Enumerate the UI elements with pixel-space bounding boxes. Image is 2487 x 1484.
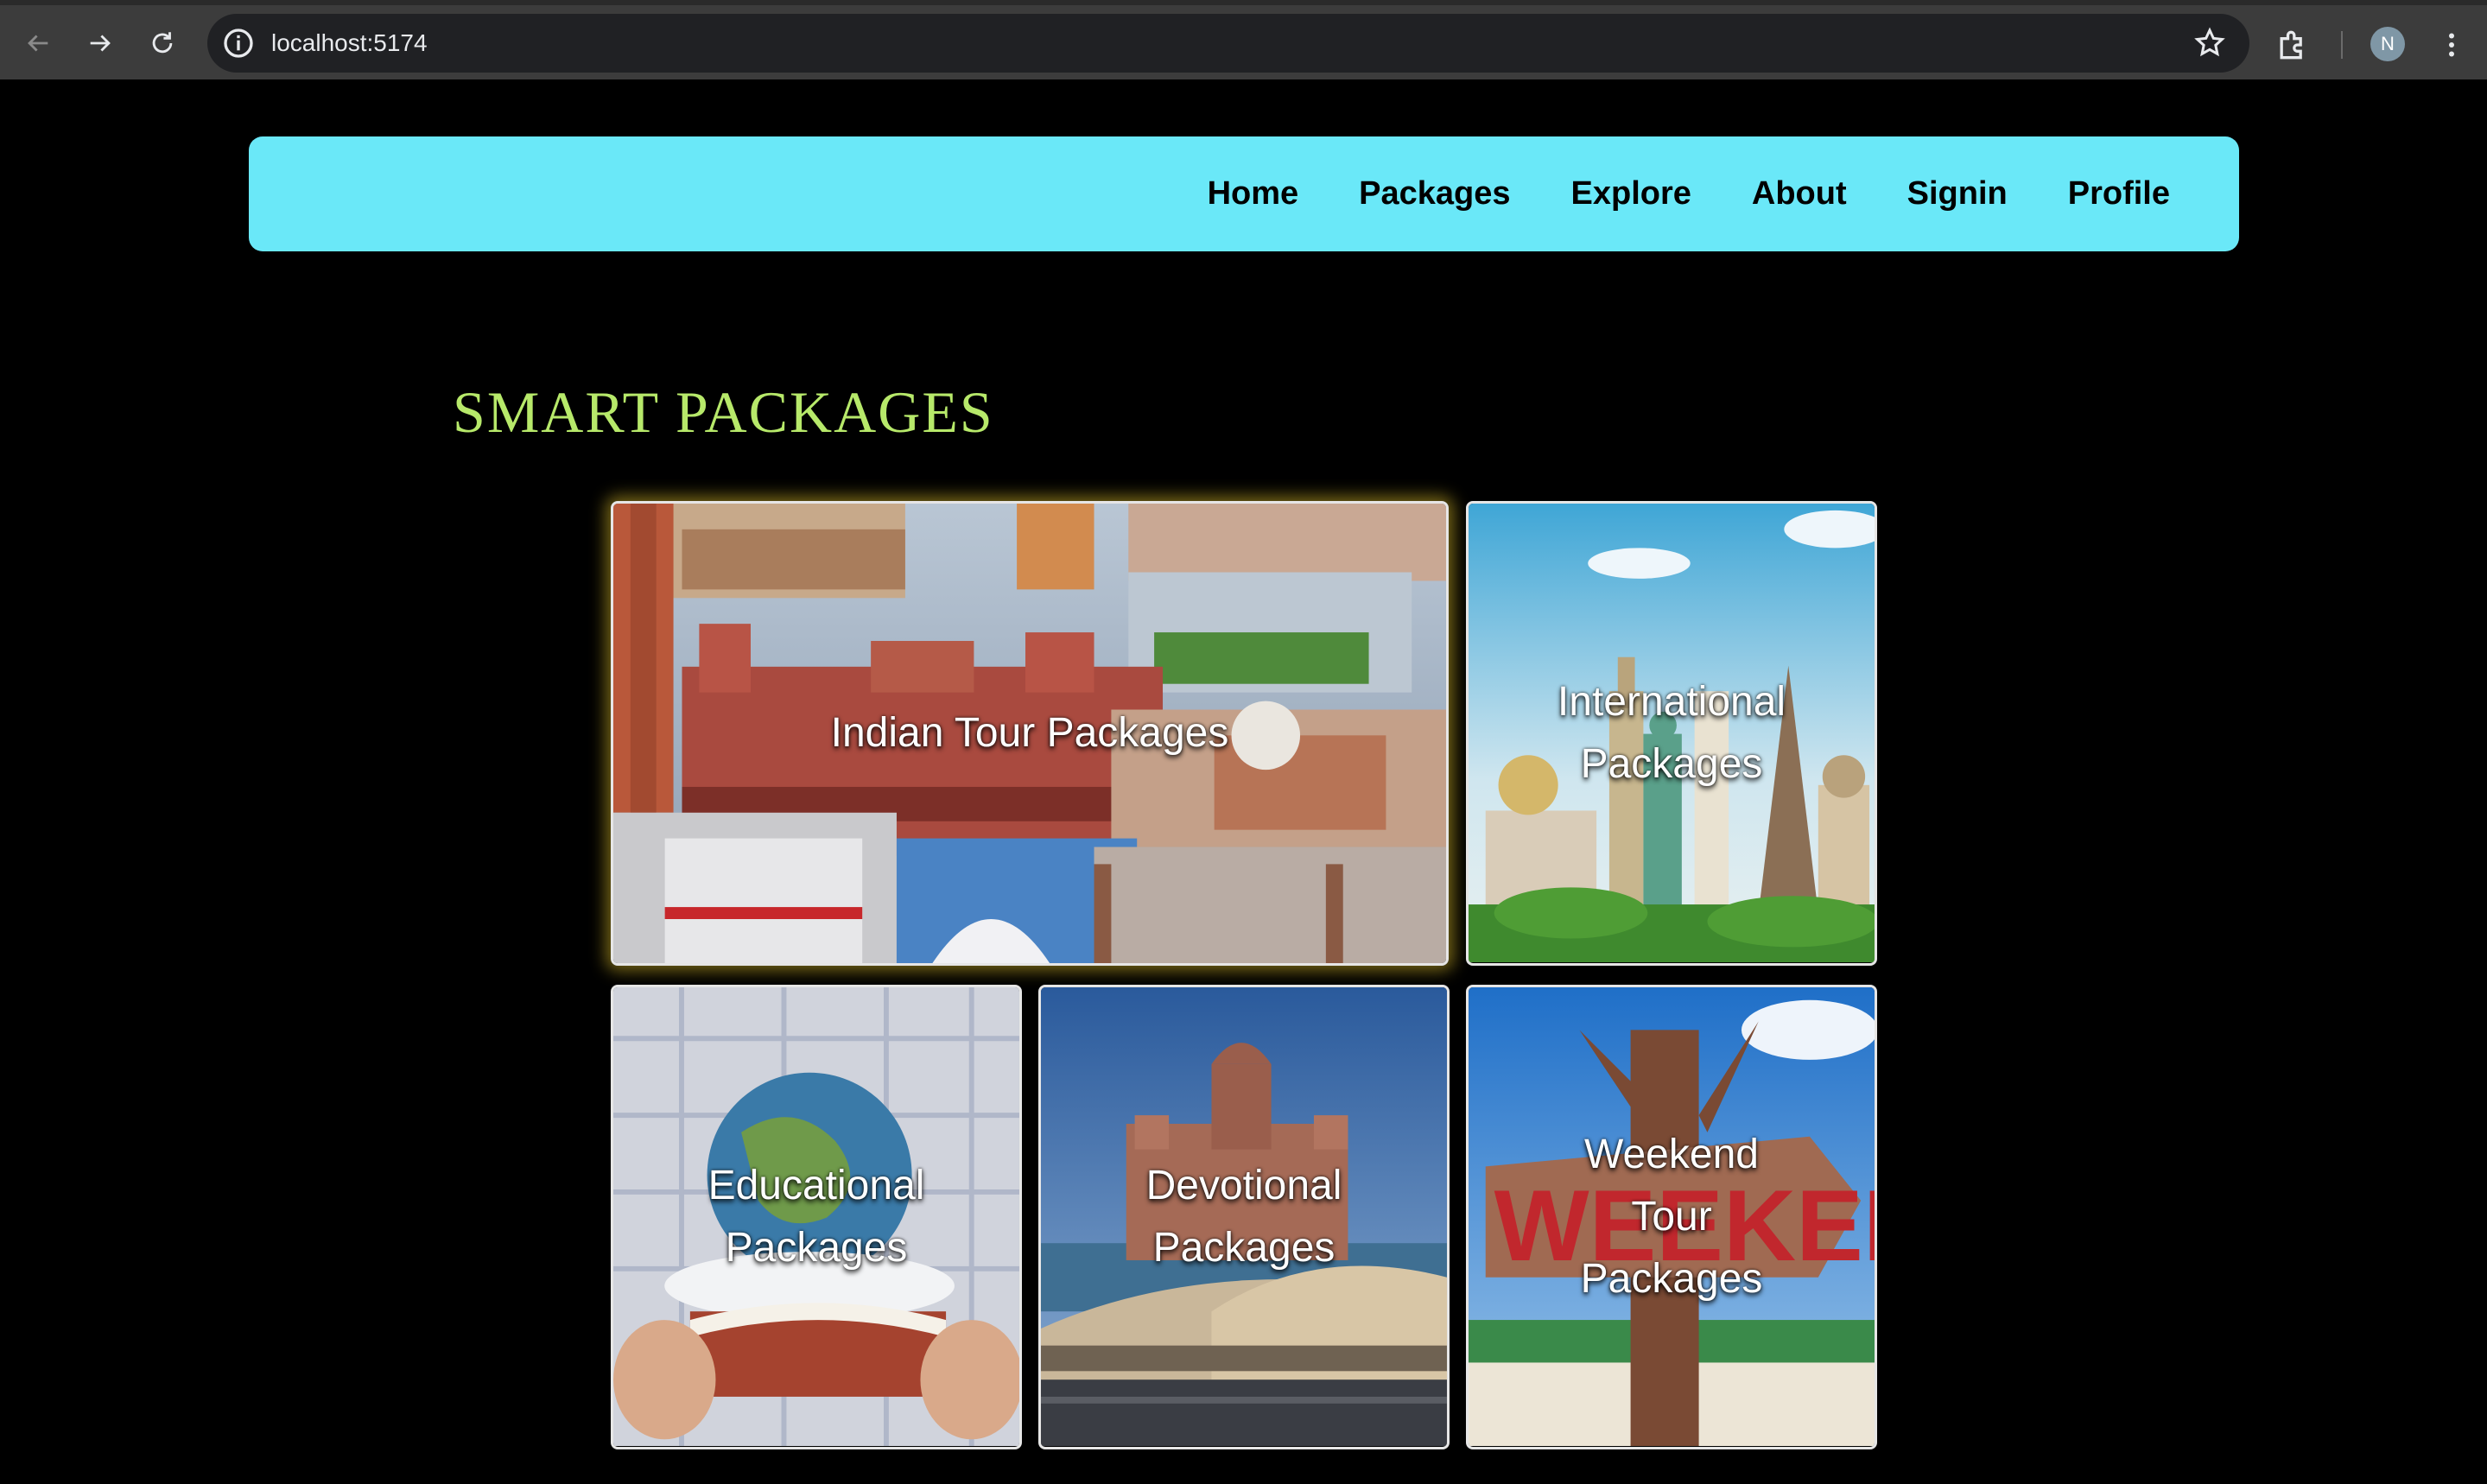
package-label-international: International Packages [1557, 679, 1786, 787]
browser-toolbar: localhost:5174 N [0, 0, 2487, 79]
toolbar-divider [2341, 31, 2343, 59]
site-navbar: Home Packages Explore About Signin Profi… [249, 136, 2239, 251]
package-card-educational[interactable]: Educational Packages [611, 985, 1022, 1449]
nav-links: Home Packages Explore About Signin Profi… [1147, 136, 2170, 251]
package-card-devotional[interactable]: Devotional Packages [1038, 985, 1450, 1449]
bookmark-star-icon[interactable] [2192, 26, 2227, 60]
package-label-indian: Indian Tour Packages [830, 710, 1229, 756]
back-icon[interactable] [17, 22, 59, 64]
nav-home[interactable]: Home [1208, 175, 1299, 212]
address-bar[interactable]: localhost:5174 [207, 14, 2249, 73]
reload-icon[interactable] [142, 22, 183, 64]
nav-profile[interactable]: Profile [2068, 175, 2170, 212]
package-card-weekend[interactable]: WEEKEND Weekend Tour Packages [1466, 985, 1877, 1449]
package-label-educational: Educational Packages [707, 1163, 925, 1271]
profile-avatar[interactable]: N [2370, 27, 2405, 61]
section-title: SMART PACKAGES [453, 379, 994, 445]
package-label-devotional: Devotional Packages [1145, 1163, 1342, 1271]
package-card-international[interactable]: International Packages [1466, 501, 1877, 966]
nav-signin[interactable]: Signin [1907, 175, 2008, 212]
package-card-indian[interactable]: Indian Tour Packages [611, 501, 1449, 966]
package-label-weekend: Weekend Tour Packages [1580, 1132, 1763, 1302]
nav-packages[interactable]: Packages [1359, 175, 1510, 212]
extensions-icon[interactable] [2274, 26, 2312, 64]
nav-about[interactable]: About [1752, 175, 1847, 212]
url-text[interactable]: localhost:5174 [271, 29, 428, 57]
forward-icon[interactable] [79, 22, 121, 64]
nav-explore[interactable]: Explore [1571, 175, 1691, 212]
site-info-icon[interactable] [221, 26, 256, 60]
more-menu-icon[interactable] [2436, 28, 2467, 62]
